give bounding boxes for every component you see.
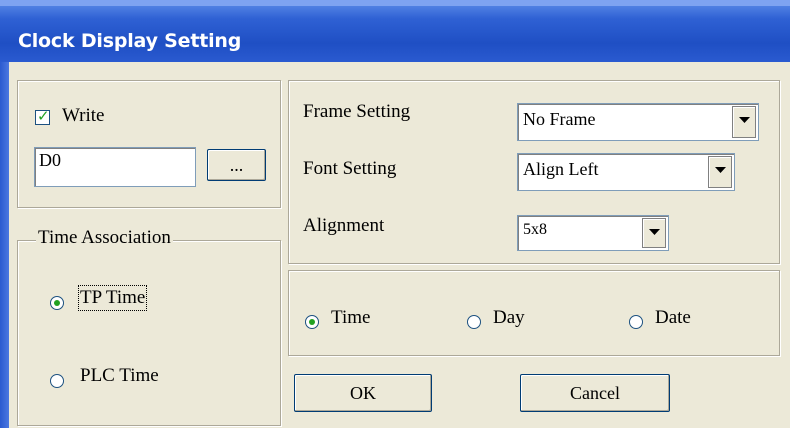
cancel-button-label: Cancel	[570, 382, 620, 403]
tp-time-radio[interactable]	[50, 296, 64, 310]
plc-time-label[interactable]: PLC Time	[80, 365, 159, 387]
window-left-border	[0, 62, 9, 428]
display-mode-group: Time Day Date	[288, 270, 780, 356]
tp-time-label[interactable]: TP Time	[77, 285, 148, 311]
radio-selected-dot	[54, 300, 60, 306]
ok-button[interactable]: OK	[294, 374, 432, 412]
window-title: Clock Display Setting	[18, 30, 242, 52]
font-setting-label: Font Setting	[303, 158, 397, 179]
write-checkbox[interactable]: ✓	[35, 107, 50, 125]
radio-selected-dot	[309, 319, 315, 325]
browse-button-label: ...	[229, 154, 244, 175]
chevron-down-icon	[739, 117, 750, 123]
ok-button-label: OK	[350, 382, 376, 403]
alignment-dropdown[interactable]: 5x8	[517, 215, 669, 251]
address-input[interactable]: D0	[34, 147, 196, 187]
font-setting-dropdown[interactable]: Align Left	[517, 153, 735, 191]
cancel-button[interactable]: Cancel	[520, 374, 670, 412]
plc-time-radio[interactable]	[50, 374, 64, 388]
day-radio[interactable]	[467, 315, 481, 329]
dialog-content: ✓ Write D0 ... Time Association TP Time …	[9, 62, 790, 428]
alignment-label: Alignment	[303, 215, 385, 236]
chevron-down-icon	[649, 229, 660, 235]
frame-dropdown-button[interactable]	[732, 106, 756, 138]
date-option-label[interactable]: Date	[655, 307, 691, 329]
address-value: D0	[39, 150, 61, 170]
chevron-down-icon	[715, 167, 726, 173]
time-radio[interactable]	[305, 315, 319, 329]
title-bar[interactable]: Clock Display Setting	[0, 0, 790, 62]
time-association-group: Time Association TP Time PLC Time	[17, 227, 281, 426]
frame-setting-label: Frame Setting	[303, 101, 411, 122]
write-checkbox-label[interactable]: Write	[62, 105, 105, 127]
title-bar-highlight	[0, 0, 790, 6]
date-radio[interactable]	[629, 315, 643, 329]
dialog-window: Clock Display Setting ✓ Write D0 ... Tim…	[0, 0, 790, 428]
settings-group: Frame Setting No Frame Font Setting Alig…	[288, 80, 780, 264]
font-setting-value: Align Left	[523, 159, 599, 179]
browse-button[interactable]: ...	[207, 149, 266, 181]
time-option-label[interactable]: Time	[331, 307, 370, 329]
font-dropdown-button[interactable]	[708, 156, 732, 188]
write-group: ✓ Write D0 ...	[17, 80, 281, 208]
alignment-value: 5x8	[523, 221, 547, 238]
frame-setting-value: No Frame	[523, 109, 596, 129]
checkmark-icon: ✓	[37, 107, 50, 125]
alignment-dropdown-button[interactable]	[642, 218, 666, 248]
day-option-label[interactable]: Day	[493, 307, 525, 329]
frame-setting-dropdown[interactable]: No Frame	[517, 103, 759, 141]
time-association-legend: Time Association	[36, 227, 173, 249]
